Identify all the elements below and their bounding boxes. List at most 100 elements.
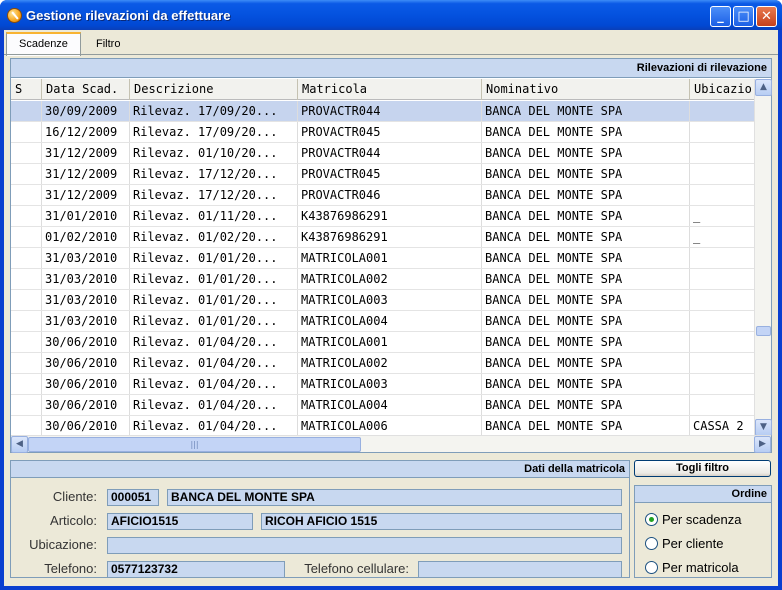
radio-per-matricola[interactable]: Per matricola <box>645 560 739 578</box>
cell-descrizione: Rilevaz. 01/11/20... <box>130 206 298 226</box>
cell-ubicazione <box>690 290 755 310</box>
cell-descrizione: Rilevaz. 01/04/20... <box>130 332 298 352</box>
cell-descrizione: Rilevaz. 01/01/20... <box>130 311 298 331</box>
minimize-button[interactable]: _ <box>710 6 731 27</box>
col-header-matricola[interactable]: Matricola <box>298 79 482 100</box>
table-row[interactable]: 31/03/2010 Rilevaz. 01/01/20... MATRICOLA0… <box>11 311 755 332</box>
cell-ubicazione <box>690 248 755 268</box>
togli-filtro-button[interactable]: Togli filtro <box>634 460 771 477</box>
ubicazione-label: Ubicazione: <box>29 537 97 552</box>
horizontal-scroll-thumb[interactable]: ||| <box>28 437 361 452</box>
vertical-scrollbar[interactable]: ▲ ▼ <box>754 79 772 436</box>
cell-nominativo: BANCA DEL MONTE SPA <box>482 353 690 373</box>
articolo-label: Articolo: <box>50 513 97 528</box>
cell-ubicazione: _ <box>690 227 755 247</box>
scroll-right-icon[interactable]: ▶ <box>754 436 771 453</box>
cell-ubicazione: _ <box>690 206 755 226</box>
cell-matricola: K43876986291 <box>298 206 482 226</box>
table-row[interactable]: 30/06/2010 Rilevaz. 01/04/20... MATRICOLA0… <box>11 374 755 395</box>
table-row[interactable]: 30/06/2010 Rilevaz. 01/04/20... MATRICOLA0… <box>11 395 755 416</box>
table-row[interactable]: 31/03/2010 Rilevaz. 01/01/20... MATRICOLA0… <box>11 269 755 290</box>
ubicazione-field <box>107 537 622 554</box>
radio-label: Per matricola <box>662 560 739 575</box>
radio-per-scadenza[interactable]: Per scadenza <box>645 512 742 530</box>
col-header-descrizione[interactable]: Descrizione <box>130 79 298 100</box>
ordine-panel: Ordine Per scadenza Per cliente Per matr… <box>634 485 772 578</box>
tab-filtro-avanzato[interactable]: Filtro avanzato <box>84 34 153 70</box>
col-header-data[interactable]: Data Scad. <box>42 79 130 100</box>
tab-divider <box>4 54 778 55</box>
articolo-code-field: AFICIO1515 <box>107 513 253 530</box>
cell-matricola: PROVACTR044 <box>298 143 482 163</box>
cell-descrizione: Rilevaz. 01/01/20... <box>130 269 298 289</box>
details-title: Dati della matricola <box>11 461 629 478</box>
cell-descrizione: Rilevaz. 17/12/20... <box>130 185 298 205</box>
dati-matricola-panel: Dati della matricola Cliente: 000051 BAN… <box>10 460 630 578</box>
cell-data-scad: 31/12/2009 <box>42 185 130 205</box>
cell-ubicazione <box>690 143 755 163</box>
table-row[interactable]: 16/12/2009 Rilevaz. 17/09/20... PROVACTR04… <box>11 122 755 143</box>
cell-descrizione: Rilevaz. 17/09/20... <box>130 122 298 142</box>
radio-checked-icon <box>645 513 658 526</box>
cell-s <box>11 227 42 247</box>
cell-data-scad: 31/03/2010 <box>42 248 130 268</box>
cell-matricola: PROVACTR046 <box>298 185 482 205</box>
cliente-label: Cliente: <box>52 489 97 504</box>
cell-ubicazione <box>690 311 755 331</box>
table-row[interactable]: 30/06/2010 Rilevaz. 01/04/20... MATRICOLA0… <box>11 353 755 374</box>
tab-scadenze[interactable]: Scadenze <box>6 32 81 56</box>
col-header-ubicazione[interactable]: Ubicazio <box>690 79 755 100</box>
cell-data-scad: 30/06/2010 <box>42 416 130 436</box>
cell-descrizione: Rilevaz. 01/10/20... <box>130 143 298 163</box>
cell-ubicazione <box>690 353 755 373</box>
cell-descrizione: Rilevaz. 01/01/20... <box>130 290 298 310</box>
scroll-up-icon[interactable]: ▲ <box>755 79 772 96</box>
table-row[interactable]: 30/06/2010 Rilevaz. 01/04/20... MATRICOLA0… <box>11 416 755 436</box>
cell-data-scad: 31/03/2010 <box>42 290 130 310</box>
cell-ubicazione <box>690 374 755 394</box>
cell-matricola: MATRICOLA004 <box>298 395 482 415</box>
cell-nominativo: BANCA DEL MONTE SPA <box>482 290 690 310</box>
table-row[interactable]: 01/02/2010 Rilevaz. 01/02/20... K438769862… <box>11 227 755 248</box>
title-bar[interactable]: Gestione rilevazioni da effettuare _ □ ✕ <box>0 0 782 30</box>
table-row[interactable]: 31/12/2009 Rilevaz. 17/12/20... PROVACTR04… <box>11 164 755 185</box>
table-row[interactable]: 31/03/2010 Rilevaz. 01/01/20... MATRICOLA0… <box>11 248 755 269</box>
cell-data-scad: 30/06/2010 <box>42 395 130 415</box>
cell-data-scad: 16/12/2009 <box>42 122 130 142</box>
client-area: Scadenze Filtro avanzato Rilevazioni di … <box>4 30 778 586</box>
cell-ubicazione <box>690 332 755 352</box>
cell-descrizione: Rilevaz. 01/02/20... <box>130 227 298 247</box>
radio-per-cliente[interactable]: Per cliente <box>645 536 723 554</box>
window-title: Gestione rilevazioni da effettuare <box>26 8 231 23</box>
scroll-down-icon[interactable]: ▼ <box>755 419 772 436</box>
table-row[interactable]: 30/09/2009 Rilevaz. 17/09/20... PROVACTR04… <box>11 101 755 122</box>
cell-descrizione: Rilevaz. 17/12/20... <box>130 164 298 184</box>
cell-s <box>11 185 42 205</box>
cell-data-scad: 31/12/2009 <box>42 143 130 163</box>
horizontal-scrollbar[interactable]: ◀ ||| ▶ <box>11 435 771 453</box>
cell-data-scad: 31/03/2010 <box>42 311 130 331</box>
cell-data-scad: 30/06/2010 <box>42 374 130 394</box>
app-icon <box>7 8 22 23</box>
vertical-scroll-thumb[interactable] <box>756 326 771 336</box>
table-row[interactable]: 31/12/2009 Rilevaz. 01/10/20... PROVACTR04… <box>11 143 755 164</box>
cliente-code-field: 000051 <box>107 489 159 506</box>
cell-data-scad: 30/06/2010 <box>42 332 130 352</box>
table-row[interactable]: 31/01/2010 Rilevaz. 01/11/20... K438769862… <box>11 206 755 227</box>
close-button[interactable]: ✕ <box>756 6 777 27</box>
maximize-button[interactable]: □ <box>733 6 754 27</box>
rilevazioni-grid: Rilevazioni di rilevazione S Data Scad. … <box>10 58 772 453</box>
table-row[interactable]: 31/12/2009 Rilevaz. 17/12/20... PROVACTR04… <box>11 185 755 206</box>
cell-s <box>11 332 42 352</box>
col-header-nominativo[interactable]: Nominativo <box>482 79 690 100</box>
table-row[interactable]: 30/06/2010 Rilevaz. 01/04/20... MATRICOLA0… <box>11 332 755 353</box>
cell-matricola: MATRICOLA002 <box>298 269 482 289</box>
cell-matricola: PROVACTR045 <box>298 164 482 184</box>
telefono-field: 0577123732 <box>107 561 285 578</box>
cell-s <box>11 248 42 268</box>
scroll-left-icon[interactable]: ◀ <box>11 436 28 453</box>
table-row[interactable]: 31/03/2010 Rilevaz. 01/01/20... MATRICOLA0… <box>11 290 755 311</box>
cell-data-scad: 30/06/2010 <box>42 353 130 373</box>
cell-matricola: MATRICOLA002 <box>298 353 482 373</box>
col-header-s[interactable]: S <box>11 79 42 100</box>
